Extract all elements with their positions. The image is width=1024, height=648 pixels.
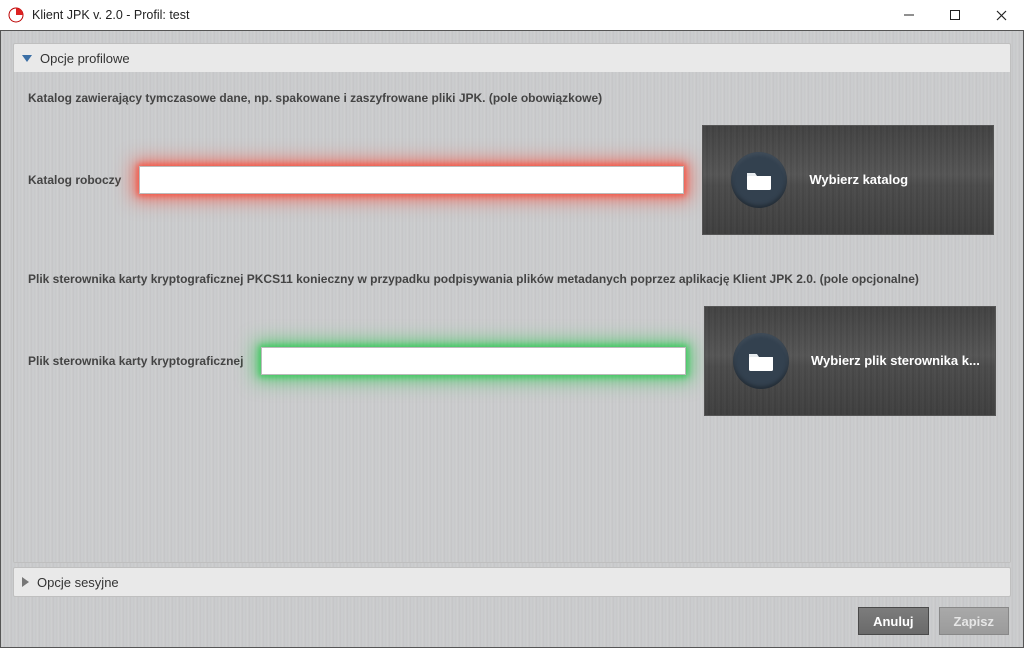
katalog-label: Katalog roboczy [28, 173, 121, 187]
session-panel-title: Opcje sesyjne [37, 575, 119, 590]
minimize-button[interactable] [886, 0, 932, 30]
katalog-description: Katalog zawierający tymczasowe dane, np.… [28, 90, 996, 107]
katalog-input-wrap [139, 166, 684, 194]
save-button[interactable]: Zapisz [939, 607, 1009, 635]
driver-input[interactable] [261, 347, 686, 375]
katalog-row: Katalog roboczy Wybierz katalog [28, 125, 996, 235]
driver-row: Plik sterownika karty kryptograficznej W… [28, 306, 996, 416]
window-body: Opcje profilowe Katalog zawierający tymc… [0, 30, 1024, 648]
profile-panel-header[interactable]: Opcje profilowe [14, 44, 1010, 72]
folder-icon [731, 152, 787, 208]
save-label: Zapisz [954, 614, 994, 629]
maximize-button[interactable] [932, 0, 978, 30]
driver-label: Plik sterownika karty kryptograficznej [28, 354, 243, 368]
choose-driver-label: Wybierz plik sterownika k... [811, 353, 980, 368]
choose-driver-button[interactable]: Wybierz plik sterownika k... [704, 306, 996, 416]
chevron-right-icon [22, 577, 29, 587]
session-panel-header[interactable]: Opcje sesyjne [14, 568, 1010, 596]
profile-panel-title: Opcje profilowe [40, 51, 130, 66]
katalog-input[interactable] [139, 166, 684, 194]
driver-input-wrap [261, 347, 686, 375]
cancel-label: Anuluj [873, 614, 913, 629]
close-button[interactable] [978, 0, 1024, 30]
session-panel: Opcje sesyjne [13, 567, 1011, 597]
choose-dir-label: Wybierz katalog [809, 172, 908, 187]
footer-buttons: Anuluj Zapisz [858, 607, 1009, 635]
profile-panel: Opcje profilowe Katalog zawierający tymc… [13, 43, 1011, 563]
profile-panel-body: Katalog zawierający tymczasowe dane, np.… [14, 72, 1010, 562]
chevron-down-icon [22, 55, 32, 62]
window-title: Klient JPK v. 2.0 - Profil: test [32, 8, 189, 22]
folder-icon [733, 333, 789, 389]
app-icon [8, 7, 24, 23]
titlebar: Klient JPK v. 2.0 - Profil: test [0, 0, 1024, 30]
cancel-button[interactable]: Anuluj [858, 607, 928, 635]
choose-dir-button[interactable]: Wybierz katalog [702, 125, 994, 235]
driver-description: Plik sterownika karty kryptograficznej P… [28, 271, 996, 288]
